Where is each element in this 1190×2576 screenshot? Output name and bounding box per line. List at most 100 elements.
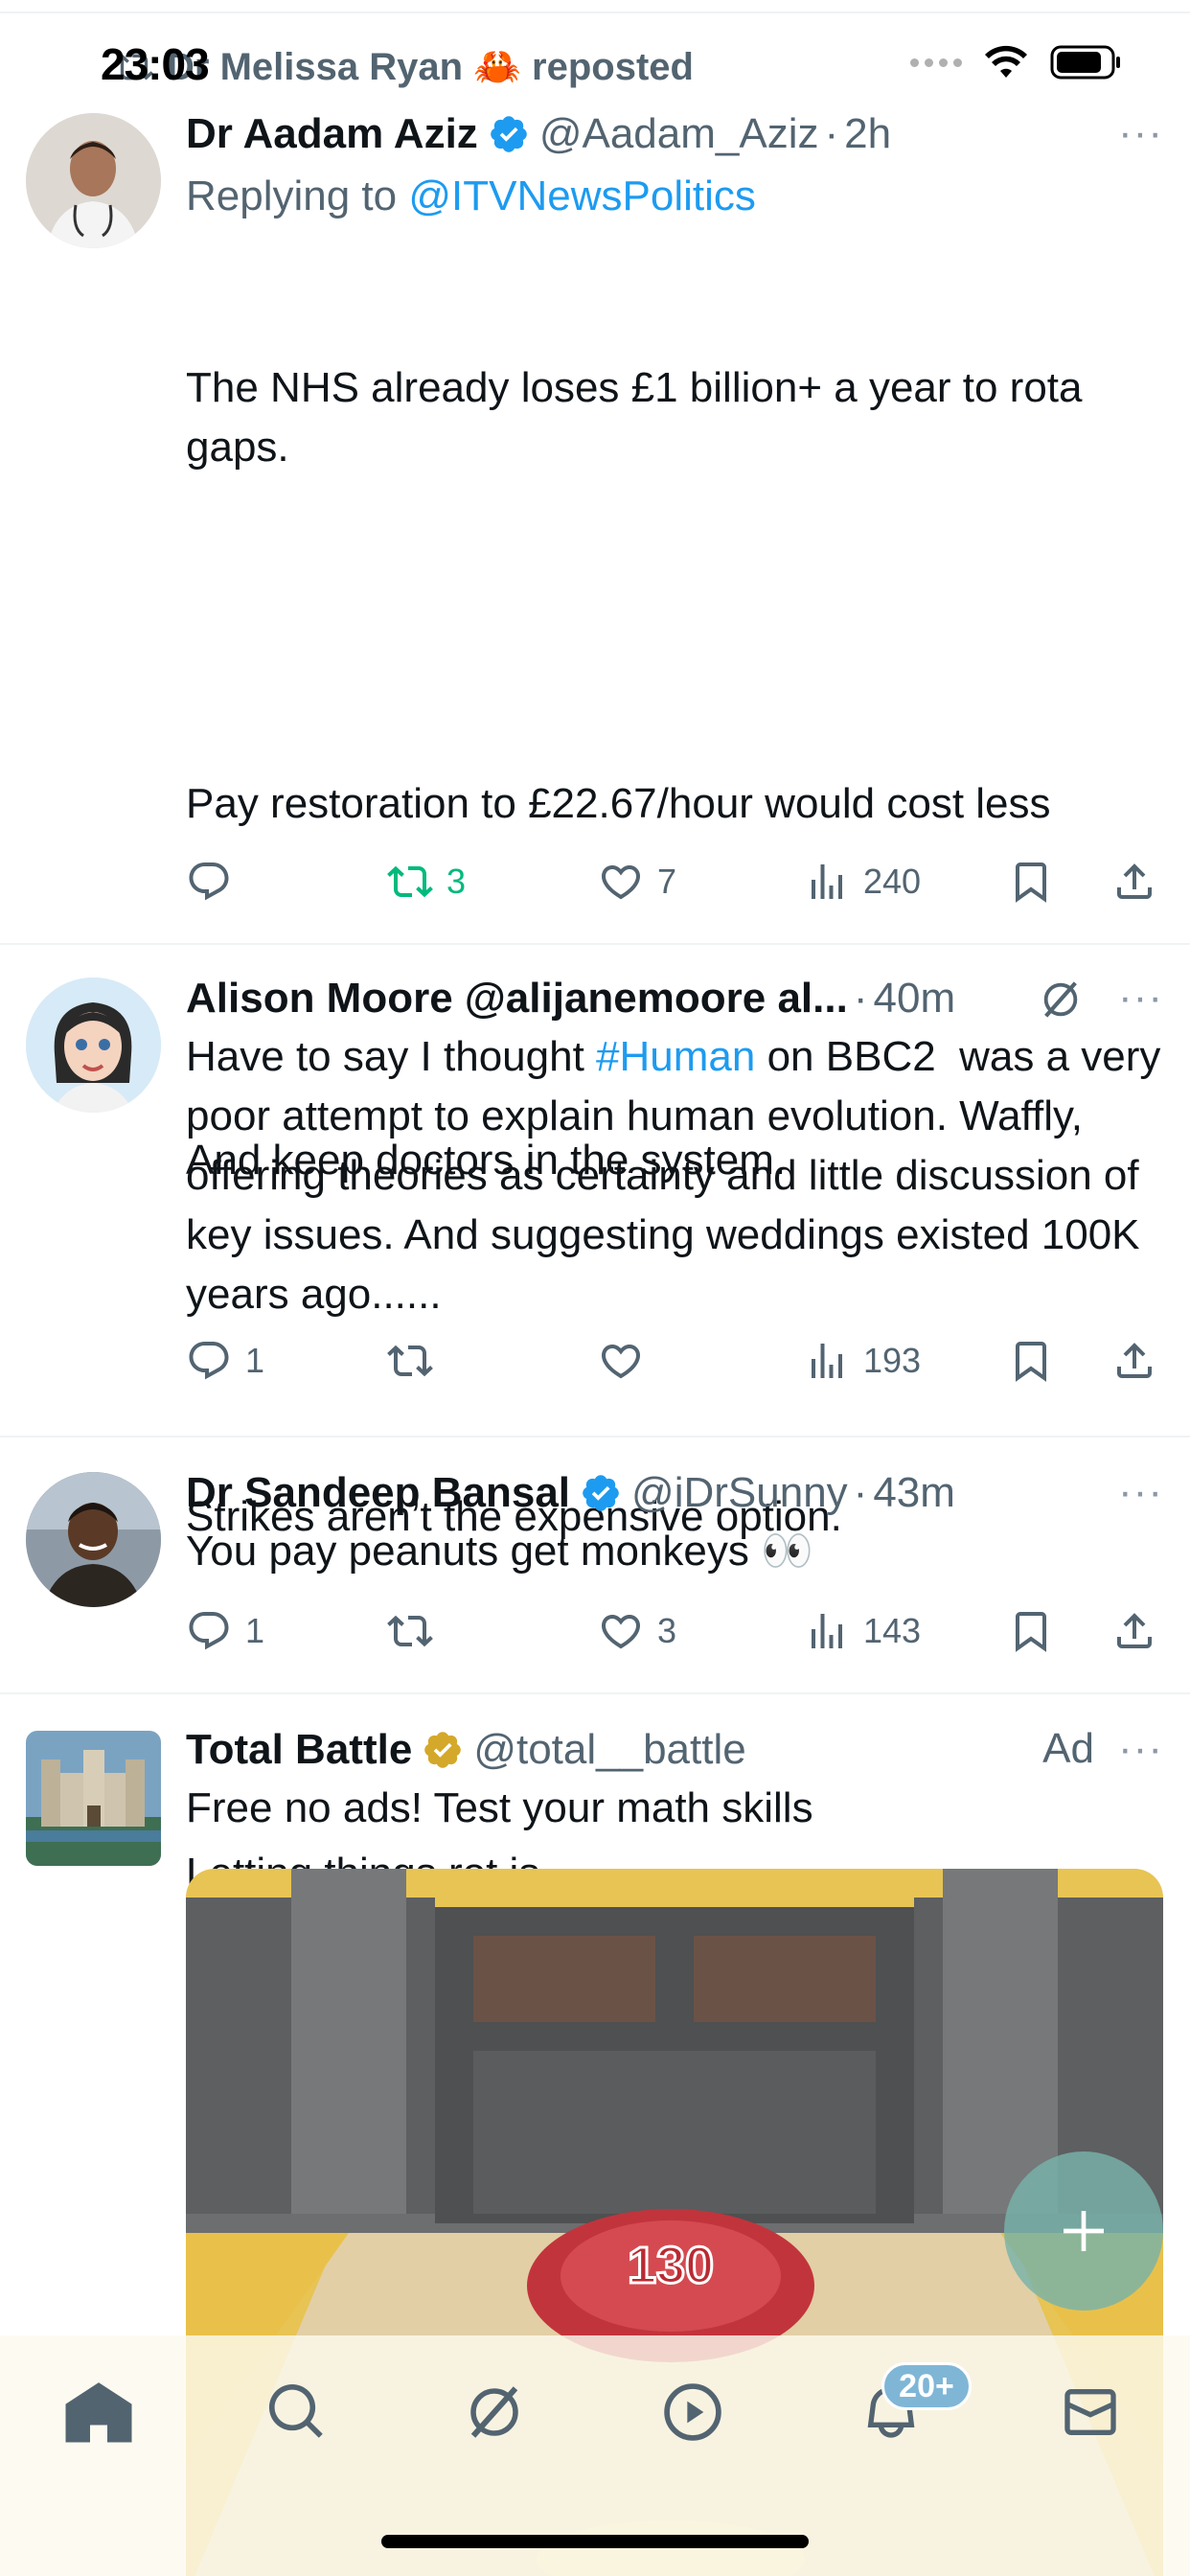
search-icon bbox=[268, 2383, 323, 2438]
share-button[interactable] bbox=[1111, 1602, 1157, 1660]
repost-button[interactable] bbox=[387, 1332, 446, 1390]
notifications-badge: 20+ bbox=[881, 2362, 972, 2410]
views-chart-icon bbox=[812, 864, 842, 899]
nav-video[interactable] bbox=[654, 2374, 731, 2450]
tweet-text: Have to say I thought #Human on BBC2 was… bbox=[186, 1033, 1173, 1318]
views-button[interactable]: 240 bbox=[804, 853, 921, 910]
more-options-icon[interactable]: ··· bbox=[1118, 1725, 1163, 1773]
tweet-header: Alison Moore @alijanemoore al... · 40m bbox=[186, 975, 956, 1023]
avatar[interactable] bbox=[26, 1472, 161, 1607]
handle[interactable]: @total__battle bbox=[473, 1726, 745, 1774]
heart-icon bbox=[601, 1615, 641, 1649]
repost-icon bbox=[387, 865, 433, 898]
nav-home[interactable] bbox=[60, 2374, 137, 2450]
repost-icon bbox=[387, 1345, 433, 1377]
share-button[interactable] bbox=[1111, 853, 1157, 910]
views-button[interactable]: 193 bbox=[804, 1332, 921, 1390]
reply-icon bbox=[189, 1342, 229, 1380]
reply-button[interactable]: 1 bbox=[186, 1602, 264, 1660]
verified-badge-icon bbox=[583, 1475, 619, 1511]
grok-icon bbox=[470, 2386, 518, 2438]
home-indicator bbox=[381, 2535, 809, 2548]
tweet-actions: 1 193 bbox=[186, 1332, 1163, 1390]
share-icon bbox=[1117, 863, 1152, 899]
like-count: 7 bbox=[657, 862, 677, 901]
battery-icon bbox=[1050, 45, 1120, 80]
bookmark-button[interactable] bbox=[1008, 1602, 1054, 1660]
views-count: 240 bbox=[863, 862, 922, 901]
more-options-icon[interactable]: ··· bbox=[1118, 974, 1163, 1022]
bookmark-icon bbox=[1016, 1342, 1046, 1382]
like-count: 3 bbox=[657, 1611, 677, 1650]
display-name[interactable]: Dr Aadam Aziz bbox=[186, 110, 478, 158]
nav-search[interactable] bbox=[259, 2374, 335, 2450]
tweet-text: You pay peanuts get monkeys 👀 bbox=[186, 1528, 813, 1575]
reply-button[interactable]: 1 bbox=[186, 1332, 264, 1390]
repost-button[interactable]: 3 bbox=[387, 853, 466, 910]
tweet-actions: 1 3 143 bbox=[186, 1602, 1163, 1660]
grok-icon[interactable] bbox=[1039, 978, 1083, 1022]
plus-icon bbox=[1064, 2211, 1104, 2251]
avatar[interactable] bbox=[26, 978, 161, 1113]
like-button[interactable]: 3 bbox=[598, 1602, 676, 1660]
ad-image-number: 130 bbox=[628, 2237, 714, 2294]
tweet-text: Free no ads! Test your math skills bbox=[186, 1784, 813, 1831]
tweet-header: Total Battle @total__battle bbox=[186, 1721, 1163, 1779]
timestamp[interactable]: 40m bbox=[874, 975, 956, 1023]
bookmark-button[interactable] bbox=[1008, 853, 1054, 910]
tweet-alison-moore[interactable]: Alison Moore @alijanemoore al... · 40m ·… bbox=[0, 945, 1190, 1438]
views-chart-icon bbox=[812, 1344, 842, 1378]
tweet-header: Dr Sandeep Bansal @iDrSunny · 43m bbox=[186, 1469, 955, 1517]
views-button[interactable]: 143 bbox=[804, 1602, 921, 1660]
like-button[interactable] bbox=[598, 1332, 657, 1390]
reply-count: 1 bbox=[245, 1341, 265, 1380]
display-name[interactable]: Dr Sandeep Bansal bbox=[186, 1469, 570, 1517]
repost-icon bbox=[387, 1615, 433, 1647]
reply-to-link[interactable]: @ITVNewsPolitics bbox=[408, 172, 756, 219]
gold-verified-badge-icon bbox=[424, 1732, 462, 1768]
handle[interactable]: @Aadam_Aziz bbox=[539, 110, 819, 158]
ad-label: Ad bbox=[1042, 1725, 1094, 1772]
views-count: 193 bbox=[863, 1341, 922, 1380]
status-time: 23:03 bbox=[101, 39, 210, 89]
share-icon bbox=[1117, 1613, 1152, 1648]
handle[interactable]: @iDrSunny bbox=[631, 1469, 848, 1517]
tweet-aadam-aziz[interactable]: Dr Aadam Aziz @Aadam_Aziz · 2h ··· Reply… bbox=[0, 13, 1190, 1897]
timestamp[interactable]: 43m bbox=[873, 1469, 955, 1517]
tweet-sandeep-bansal[interactable]: Dr Sandeep Bansal @iDrSunny · 43m ··· Yo… bbox=[0, 1438, 1190, 1694]
compose-button[interactable] bbox=[1004, 2151, 1163, 2311]
views-chart-icon bbox=[812, 1614, 842, 1648]
like-button[interactable]: 7 bbox=[598, 853, 676, 910]
heart-icon bbox=[601, 865, 641, 900]
play-icon bbox=[664, 2383, 721, 2441]
share-icon bbox=[1117, 1343, 1152, 1378]
more-options-icon[interactable]: ··· bbox=[1118, 109, 1163, 157]
repost-button[interactable] bbox=[387, 1602, 446, 1660]
bookmark-button[interactable] bbox=[1008, 1332, 1054, 1390]
reply-icon bbox=[189, 1612, 229, 1650]
status-bar: 23:03 bbox=[0, 0, 1190, 115]
views-count: 143 bbox=[863, 1611, 922, 1650]
wifi-icon bbox=[985, 45, 1027, 78]
avatar[interactable] bbox=[26, 113, 161, 248]
bookmark-icon bbox=[1016, 862, 1046, 903]
signal-icon bbox=[910, 58, 962, 67]
status-indicators bbox=[910, 44, 1123, 80]
more-options-icon[interactable]: ··· bbox=[1118, 1468, 1163, 1516]
hashtag-link[interactable]: #Human bbox=[596, 1033, 755, 1080]
reply-icon bbox=[189, 862, 229, 901]
heart-icon bbox=[601, 1345, 641, 1379]
share-button[interactable] bbox=[1111, 1332, 1157, 1390]
nav-grok[interactable] bbox=[456, 2374, 533, 2450]
repost-count: 3 bbox=[446, 862, 467, 901]
timestamp[interactable]: 2h bbox=[844, 110, 891, 158]
tweet-actions: 3 7 240 bbox=[186, 853, 1163, 910]
avatar[interactable] bbox=[26, 1731, 161, 1866]
nav-messages[interactable] bbox=[1052, 2374, 1129, 2450]
display-name[interactable]: Alison Moore @alijanemoore al... bbox=[186, 975, 848, 1023]
reply-count: 1 bbox=[245, 1611, 265, 1650]
envelope-icon bbox=[1064, 2389, 1116, 2435]
display-name[interactable]: Total Battle bbox=[186, 1726, 412, 1774]
reply-button[interactable] bbox=[186, 853, 245, 910]
verified-badge-icon bbox=[491, 116, 527, 152]
